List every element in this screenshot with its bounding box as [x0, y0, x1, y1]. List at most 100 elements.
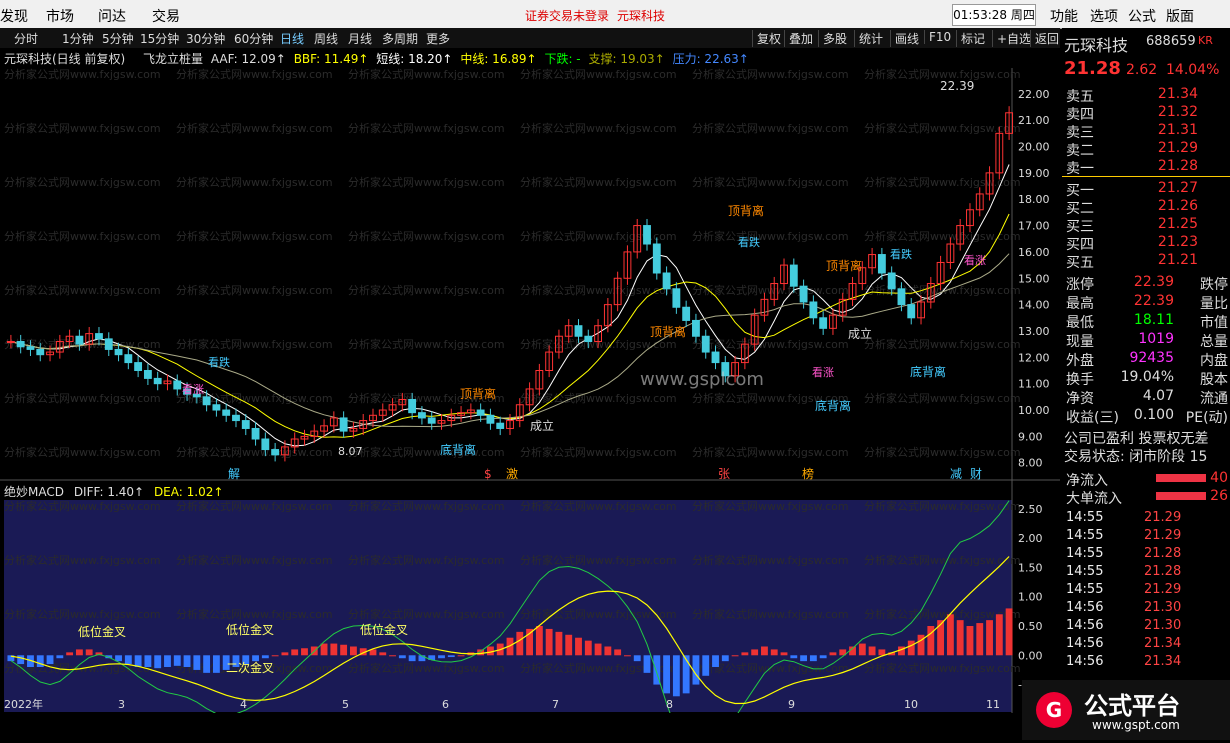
watermark-text: 分析家公式网www.fxjgsw.com [348, 337, 505, 351]
macd-second-gold: 二次金叉 [226, 660, 274, 675]
stat-label: 净资 [1066, 391, 1094, 407]
period-60min[interactable]: 60分钟 [234, 30, 273, 47]
stat-value: 19.04% [1120, 369, 1174, 385]
btn-overlay[interactable]: 叠加 [784, 30, 813, 47]
orderbook-label: 卖三 [1066, 125, 1094, 141]
quote-tag: KR [1198, 34, 1213, 47]
menu-options[interactable]: 选项 [1090, 6, 1118, 26]
y-axis-tick: 22.00 [1018, 88, 1050, 101]
event-marker-ji[interactable]: 激 [506, 467, 518, 481]
stat-right-label: 流通 [1200, 391, 1228, 407]
login-warning[interactable]: 证券交易未登录 [525, 7, 609, 24]
candle-body [496, 422, 505, 429]
stat-label: 现量 [1066, 334, 1094, 350]
stat-row: 现量 1019 总量 [1064, 331, 1228, 350]
stat-label: 收益(三) [1066, 410, 1119, 426]
macd-bar [565, 634, 573, 656]
orderbook-label: 买五 [1066, 255, 1094, 271]
top-divergence-1: 顶背离 [728, 203, 764, 218]
period-5min[interactable]: 5分钟 [102, 30, 134, 47]
macd-y-axis-tick: 1.50 [1018, 561, 1043, 574]
kline-chart[interactable]: 分析家公式网www.fxjgsw.com 分析家公式网www.fxjgsw.com… [0, 48, 1060, 713]
indicator-name[interactable]: 飞龙立桩量 [143, 52, 203, 66]
orderbook-row[interactable]: 卖三 21.31 [1064, 122, 1228, 141]
orderbook-row[interactable]: 卖四 21.32 [1064, 104, 1228, 123]
watermark-text: 分析家公式网www.fxjgsw.com [348, 67, 505, 81]
menu-function[interactable]: 功能 [1050, 6, 1078, 26]
sub-indicator-name[interactable]: 绝妙MACD [4, 485, 64, 499]
watermark-text: 分析家公式网www.fxjgsw.com [176, 337, 333, 351]
period-multi[interactable]: 多周期 [382, 30, 418, 47]
orderbook-row[interactable]: 买三 21.25 [1064, 216, 1228, 235]
event-marker-cai[interactable]: 财 [970, 467, 982, 481]
orderbook-row[interactable]: 卖二 21.29 [1064, 140, 1228, 159]
btn-fuquan[interactable]: 复权 [752, 30, 781, 47]
period-1min[interactable]: 1分钟 [62, 30, 94, 47]
candle-body [6, 341, 15, 344]
orderbook-row[interactable]: 买一 21.27 [1064, 180, 1228, 199]
orderbook-row[interactable]: 买四 21.23 [1064, 234, 1228, 253]
fall-signal-2: 看跌 [208, 355, 230, 369]
macd-bar [633, 655, 641, 662]
btn-back[interactable]: 返回 [1030, 30, 1059, 47]
event-marker-bang[interactable]: 榜 [802, 466, 814, 481]
candle-body [212, 404, 221, 411]
status-line-2: 交易状态: 闭市阶段 15 [1064, 449, 1208, 465]
orderbook-price: 21.31 [1157, 122, 1198, 138]
stat-right-label: 内盘 [1200, 353, 1228, 369]
quote-pct: 14.04% [1166, 62, 1220, 78]
period-fenshi[interactable]: 分时 [14, 30, 38, 47]
orderbook-label: 卖四 [1066, 107, 1094, 123]
btn-draw[interactable]: 画线 [890, 30, 919, 47]
clock: 01:53:28 周四 [952, 4, 1036, 26]
menu-layout[interactable]: 版面 [1166, 6, 1194, 26]
menu-formula[interactable]: 公式 [1128, 6, 1156, 26]
macd-bar [868, 646, 876, 656]
orderbook-row[interactable]: 卖一 21.28 [1064, 158, 1228, 177]
macd-bar [36, 655, 44, 667]
candle-body [104, 338, 113, 350]
stock-title: 元琛科技 [617, 9, 666, 23]
period-15min[interactable]: 15分钟 [140, 30, 179, 47]
watermark-text: 分析家公式网www.fxjgsw.com [692, 229, 849, 243]
menu-market[interactable]: 市场 [46, 6, 74, 26]
btn-f10[interactable]: F10 [924, 30, 951, 44]
event-marker-jie[interactable]: 解 [228, 467, 240, 481]
period-day[interactable]: 日线 [280, 30, 304, 47]
stat-value: 1019 [1138, 331, 1174, 347]
menu-trade[interactable]: 交易 [152, 6, 180, 26]
tick-time: 14:55 [1066, 564, 1104, 579]
orderbook-row[interactable]: 卖五 21.34 [1064, 86, 1228, 105]
candle-body [202, 396, 211, 406]
candle-body [251, 427, 260, 440]
candle-body [584, 335, 593, 343]
top-divergence-3: 顶背离 [460, 386, 496, 401]
bottom-divergence-2: 底背离 [815, 398, 851, 413]
stock-label[interactable]: 元琛科技(日线 前复权) [4, 52, 125, 66]
menu-discover[interactable]: 发现 [0, 6, 28, 26]
event-marker-jian[interactable]: 减 [950, 467, 962, 481]
orderbook-label: 买三 [1066, 219, 1094, 235]
macd-bar [917, 634, 925, 656]
stat-row: 净资 4.07 流通 [1064, 388, 1228, 407]
event-marker-dollar[interactable]: $ [484, 467, 492, 481]
orderbook-row[interactable]: 买五 21.21 [1064, 252, 1228, 271]
period-more[interactable]: 更多 [426, 30, 450, 47]
candle-body [643, 225, 651, 245]
menu-wenda[interactable]: 问达 [98, 6, 126, 26]
btn-multistock[interactable]: 多股 [818, 30, 847, 47]
tick-row: 14:55 21.28 [1064, 564, 1228, 582]
candle-body [26, 346, 35, 350]
period-month[interactable]: 月线 [348, 30, 372, 47]
x-axis-tick: 6 [442, 698, 449, 711]
event-marker-zhang[interactable]: 张 [718, 467, 730, 481]
btn-mark[interactable]: 标记 [956, 30, 985, 47]
btn-add-fav[interactable]: +自选 [992, 30, 1031, 47]
tick-time: 14:55 [1066, 546, 1104, 561]
period-30min[interactable]: 30分钟 [186, 30, 225, 47]
tick-price: 21.30 [1144, 600, 1182, 615]
period-week[interactable]: 周线 [314, 30, 338, 47]
orderbook-row[interactable]: 买二 21.26 [1064, 198, 1228, 217]
orderbook-label: 买四 [1066, 237, 1094, 253]
btn-stats[interactable]: 统计 [854, 30, 883, 47]
